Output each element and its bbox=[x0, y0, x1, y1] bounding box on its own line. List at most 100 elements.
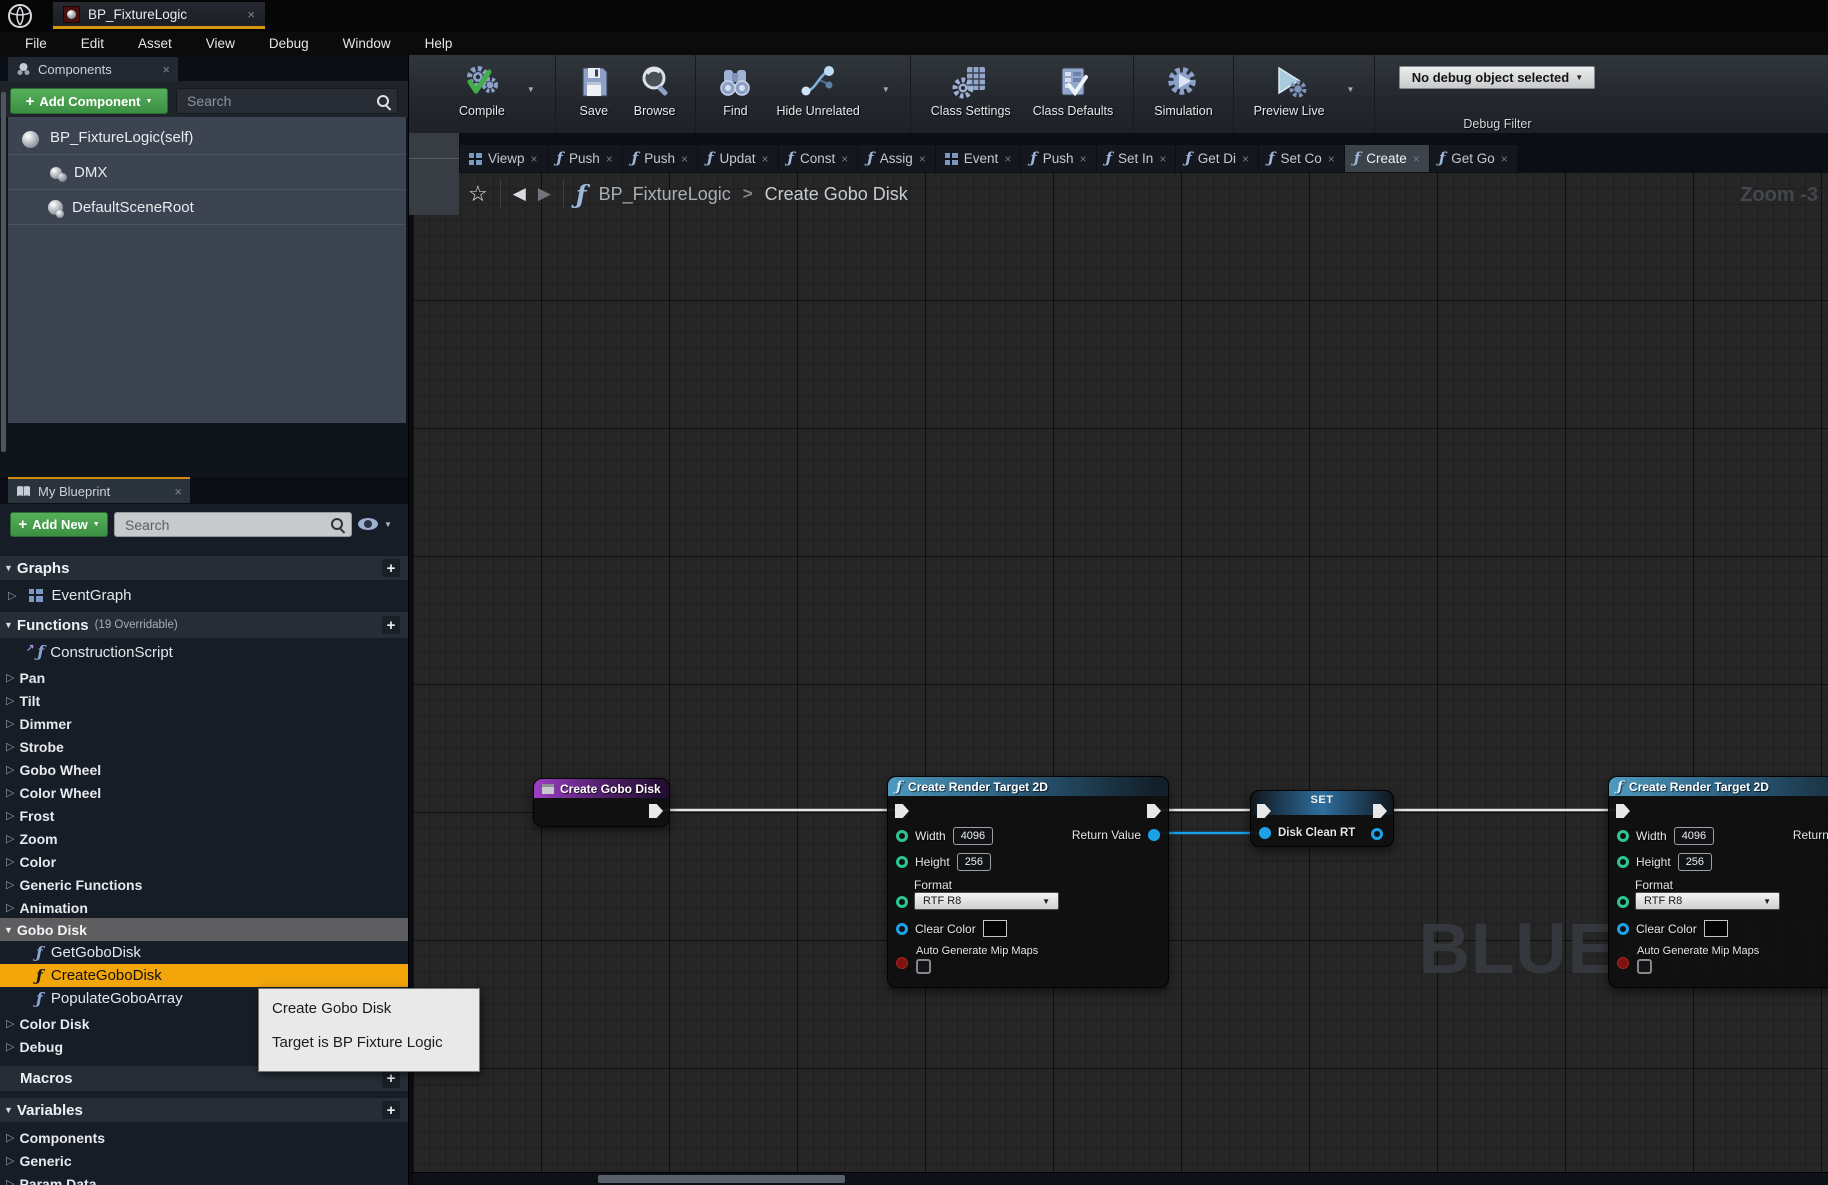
close-icon[interactable]: × bbox=[681, 152, 688, 166]
width-value-input[interactable]: 4096 bbox=[1674, 827, 1714, 845]
chevron-down-icon[interactable]: ▼ bbox=[527, 85, 535, 94]
add-macro-button[interactable]: + bbox=[382, 1070, 400, 1088]
expander-collapsed-icon[interactable]: ▷ bbox=[6, 1154, 14, 1167]
my-blueprint-search-input[interactable] bbox=[123, 516, 330, 534]
height-value-input[interactable]: 256 bbox=[957, 853, 991, 871]
asset-tab[interactable]: BP_FixtureLogic × bbox=[53, 2, 265, 29]
enum-pin[interactable] bbox=[896, 896, 908, 908]
variable-category-row[interactable]: ▷ Param Data bbox=[0, 1172, 408, 1185]
chevron-down-icon[interactable]: ▼ bbox=[1347, 85, 1355, 94]
expander-collapsed-icon[interactable]: ▷ bbox=[6, 763, 14, 776]
graph-tab[interactable]: Set Co × bbox=[1259, 145, 1344, 172]
struct-pin[interactable] bbox=[1617, 923, 1629, 935]
expander-collapsed-icon[interactable]: ▷ bbox=[6, 1040, 14, 1053]
exec-out-pin[interactable] bbox=[649, 804, 663, 818]
object-out-pin[interactable] bbox=[1371, 828, 1383, 840]
expander-collapsed-icon[interactable]: ▷ bbox=[6, 832, 14, 845]
class-defaults-button[interactable]: Class Defaults bbox=[1033, 61, 1114, 118]
tree-item-self[interactable]: BP_FixtureLogic(self) bbox=[8, 120, 406, 155]
node-create-gobo-disk[interactable]: Create Gobo Disk bbox=[533, 778, 670, 827]
tab-components[interactable]: Components × bbox=[8, 57, 178, 81]
expander-collapsed-icon[interactable]: ▷ bbox=[6, 786, 14, 799]
close-icon[interactable]: × bbox=[919, 152, 926, 166]
add-function-button[interactable]: + bbox=[382, 616, 400, 634]
expander-collapsed-icon[interactable]: ▷ bbox=[6, 740, 14, 753]
node-header[interactable]: SET bbox=[1251, 791, 1393, 815]
graph-tab[interactable]: Updat × bbox=[698, 145, 778, 172]
expander-collapsed-icon[interactable]: ▷ bbox=[6, 671, 14, 684]
graph-tab[interactable]: Get Di × bbox=[1176, 145, 1258, 172]
find-button[interactable]: Find bbox=[716, 61, 754, 118]
function-category-row[interactable]: ▷ Color bbox=[0, 850, 408, 873]
function-category-row[interactable]: ▷ Generic Functions bbox=[0, 873, 408, 896]
expander-expanded-icon[interactable]: ▼ bbox=[4, 563, 13, 573]
variable-category-row[interactable]: ▷ Components bbox=[0, 1126, 408, 1149]
expander-collapsed-icon[interactable]: ▷ bbox=[6, 901, 14, 914]
section-variables[interactable]: ▼ Variables + bbox=[0, 1098, 408, 1122]
height-value-input[interactable]: 256 bbox=[1678, 853, 1712, 871]
node-create-render-target-2d[interactable]: ƒ Create Render Target 2D Width 4096 Ret… bbox=[887, 776, 1169, 988]
function-category-row[interactable]: ▷ Gobo Wheel bbox=[0, 758, 408, 781]
add-new-button[interactable]: + Add New ▼ bbox=[10, 512, 108, 537]
variable-category-row[interactable]: ▷ Generic bbox=[0, 1149, 408, 1172]
graph-tab[interactable]: Set In × bbox=[1097, 145, 1176, 172]
expander-collapsed-icon[interactable]: ▷ bbox=[6, 1177, 14, 1185]
menu-item[interactable]: View bbox=[189, 33, 252, 54]
node-header[interactable]: Create Gobo Disk bbox=[534, 779, 669, 798]
int-pin[interactable] bbox=[896, 856, 908, 868]
preview-live-button[interactable]: Preview Live bbox=[1254, 61, 1325, 118]
blueprint-graph-canvas[interactable]: ☆ ◀ ▶ ƒ BP_FixtureLogic > Create Gobo Di… bbox=[413, 172, 1828, 1172]
exec-in-pin[interactable] bbox=[895, 804, 909, 818]
expander-expanded-icon[interactable]: ▼ bbox=[4, 1105, 13, 1115]
function-category-row[interactable]: ▷ Animation bbox=[0, 896, 408, 919]
close-icon[interactable]: × bbox=[1080, 152, 1087, 166]
tree-item-scene-root[interactable]: DefaultSceneRoot bbox=[8, 190, 406, 225]
category-gobo-disk[interactable]: ▼ Gobo Disk bbox=[0, 918, 408, 941]
int-pin[interactable] bbox=[896, 830, 908, 842]
menu-item[interactable]: Debug bbox=[252, 33, 326, 54]
width-value-input[interactable]: 4096 bbox=[953, 827, 993, 845]
components-search-input[interactable] bbox=[185, 92, 376, 110]
section-functions[interactable]: ▼ Functions (19 Overridable) + bbox=[0, 612, 408, 638]
node-header[interactable]: ƒ Create Render Target 2D bbox=[1609, 777, 1828, 796]
close-icon[interactable]: × bbox=[841, 152, 848, 166]
menu-item[interactable]: Edit bbox=[64, 33, 121, 54]
expander-collapsed-icon[interactable]: ▷ bbox=[6, 717, 14, 730]
function-category-row[interactable]: ▷ Frost bbox=[0, 804, 408, 827]
function-category-row[interactable]: ▷ Pan bbox=[0, 666, 408, 689]
close-icon[interactable]: × bbox=[1501, 152, 1508, 166]
menu-item[interactable]: File bbox=[8, 33, 64, 54]
menu-item[interactable]: Help bbox=[408, 33, 470, 54]
compile-button[interactable]: Compile bbox=[459, 61, 505, 118]
bool-pin[interactable] bbox=[1617, 957, 1629, 969]
chevron-down-icon[interactable]: ▼ bbox=[384, 520, 392, 529]
debug-object-dropdown[interactable]: No debug object selected ▼ bbox=[1399, 66, 1595, 89]
clear-color-swatch[interactable] bbox=[983, 920, 1007, 937]
function-category-row[interactable]: ▷ Color Wheel bbox=[0, 781, 408, 804]
exec-out-pin[interactable] bbox=[1147, 804, 1161, 818]
graph-tab[interactable]: Assig × bbox=[858, 145, 934, 172]
struct-pin[interactable] bbox=[896, 923, 908, 935]
close-icon[interactable]: × bbox=[762, 152, 769, 166]
function-category-row[interactable]: ▷ Tilt bbox=[0, 689, 408, 712]
add-graph-button[interactable]: + bbox=[382, 559, 400, 577]
scrollbar-thumb[interactable] bbox=[598, 1175, 845, 1183]
tab-my-blueprint[interactable]: My Blueprint × bbox=[8, 477, 190, 503]
simulation-button[interactable]: Simulation bbox=[1154, 61, 1212, 118]
expander-collapsed-icon[interactable]: ▷ bbox=[6, 809, 14, 822]
graph-tab[interactable]: Get Go × bbox=[1430, 145, 1517, 172]
section-graphs[interactable]: ▼ Graphs + bbox=[0, 556, 408, 580]
expander-expanded-icon[interactable]: ▼ bbox=[4, 620, 13, 630]
object-in-pin[interactable] bbox=[1259, 827, 1271, 839]
bool-pin[interactable] bbox=[896, 957, 908, 969]
class-settings-button[interactable]: Class Settings bbox=[931, 61, 1011, 118]
close-icon[interactable]: × bbox=[1242, 152, 1249, 166]
add-component-button[interactable]: + Add Component ▼ bbox=[10, 88, 168, 114]
close-icon[interactable]: × bbox=[1413, 152, 1420, 166]
node-create-render-target-2d-2[interactable]: ƒ Create Render Target 2D Width 4096 Ret… bbox=[1608, 776, 1828, 988]
expander-collapsed-icon[interactable]: ▷ bbox=[6, 1017, 14, 1030]
graph-tab[interactable]: Viewp × bbox=[460, 145, 547, 172]
format-dropdown[interactable]: RTF R8 ▼ bbox=[914, 892, 1059, 910]
function-category-row[interactable]: ▷ Zoom bbox=[0, 827, 408, 850]
mipmaps-checkbox[interactable] bbox=[1637, 959, 1652, 974]
